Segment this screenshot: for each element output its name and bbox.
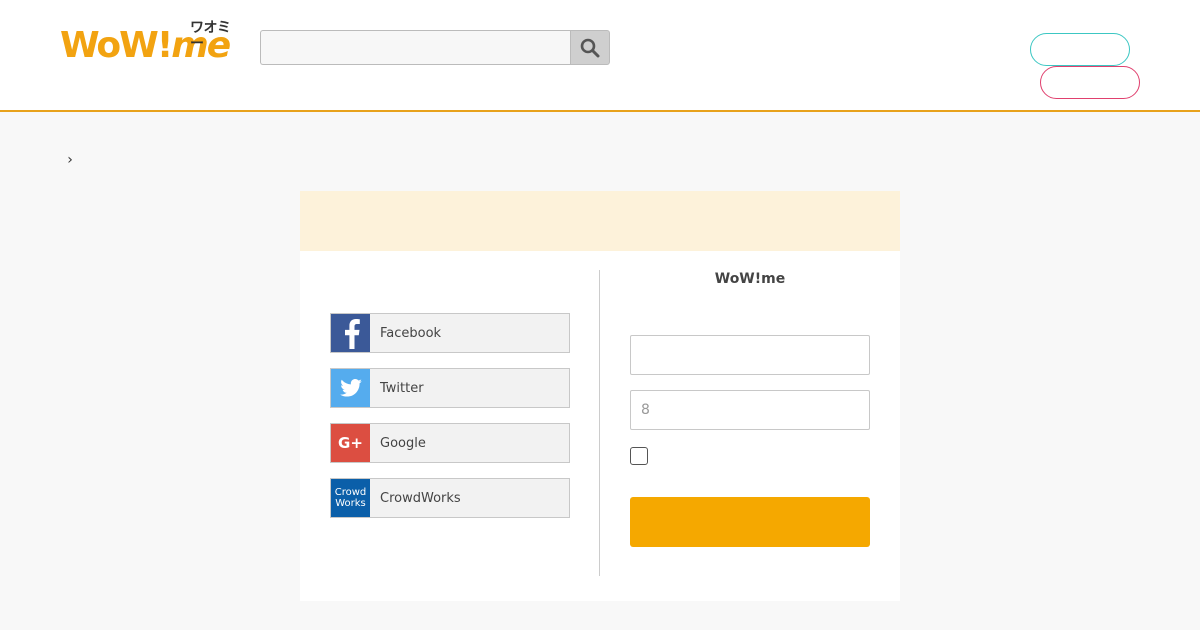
password-field[interactable] bbox=[630, 390, 870, 430]
logo-kana: ワオミー bbox=[190, 20, 231, 52]
login-submit-button[interactable] bbox=[630, 497, 870, 547]
wowme-logo[interactable]: WoW!me ワオミー bbox=[60, 18, 240, 68]
search-input[interactable] bbox=[260, 30, 571, 65]
google-plus-icon: G+ bbox=[331, 424, 370, 462]
column-divider bbox=[599, 270, 600, 576]
search-icon bbox=[580, 38, 600, 57]
facebook-label: Facebook bbox=[380, 325, 442, 341]
login-button[interactable] bbox=[1040, 66, 1140, 99]
form-title: WoW!me bbox=[714, 271, 786, 287]
search-button[interactable] bbox=[570, 30, 610, 65]
register-button[interactable] bbox=[1030, 33, 1130, 66]
twitter-label: Twitter bbox=[380, 380, 424, 396]
facebook-icon bbox=[331, 314, 370, 352]
email-field[interactable] bbox=[630, 335, 870, 375]
facebook-login-button[interactable]: Facebook bbox=[330, 313, 570, 353]
twitter-login-button[interactable]: Twitter bbox=[330, 368, 570, 408]
top-header: WoW!me ワオミー bbox=[0, 0, 1200, 112]
crowdworks-icon: Crowd Works bbox=[331, 479, 370, 517]
remember-checkbox[interactable] bbox=[630, 447, 648, 465]
chevron-right-icon: › bbox=[67, 152, 73, 168]
search-bar bbox=[260, 30, 610, 65]
crowdworks-login-button[interactable]: Crowd Works CrowdWorks bbox=[330, 478, 570, 518]
card-heading bbox=[300, 191, 900, 251]
login-card: Facebook Twitter G+ Google Crowd Works C… bbox=[300, 191, 900, 601]
twitter-icon bbox=[331, 369, 370, 407]
crowdworks-label: CrowdWorks bbox=[380, 490, 461, 506]
google-login-button[interactable]: G+ Google bbox=[330, 423, 570, 463]
breadcrumb: › bbox=[60, 150, 80, 170]
google-label: Google bbox=[380, 435, 426, 451]
